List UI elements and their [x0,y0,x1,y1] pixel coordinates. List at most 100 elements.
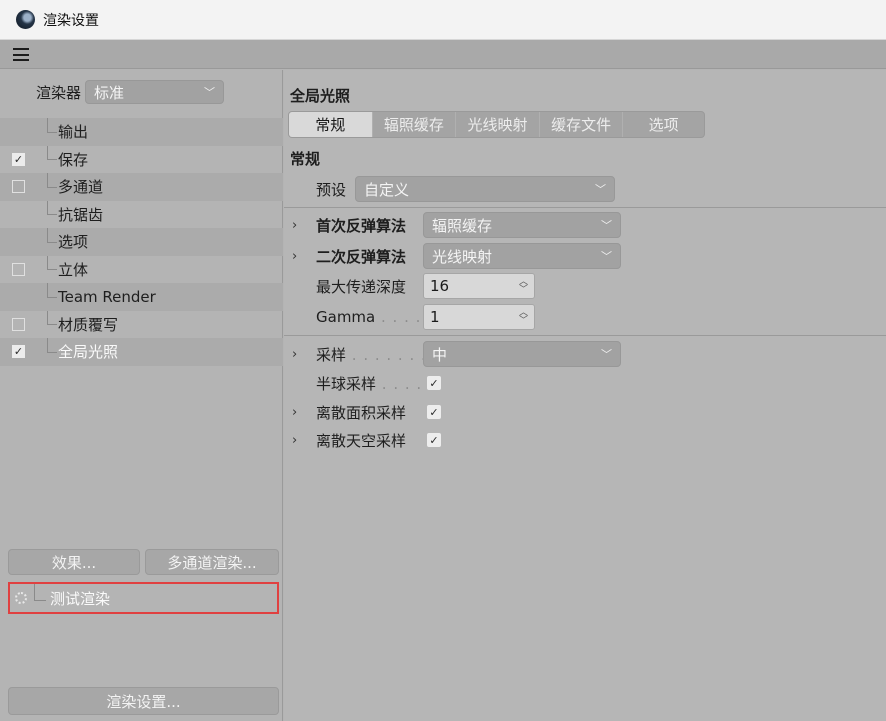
sky-sampling-row: › 离散天空采样 ✓ [284,426,886,454]
samples-value: 中 [432,345,448,364]
hemisphere-label-wrap: 半球采样 . . . . [316,374,423,393]
tree-item[interactable]: 输出 [0,118,283,146]
render-settings-button[interactable]: 渲染设置... [8,687,279,715]
primary-method-label: 首次反弹算法 [316,216,407,235]
tree-connector [40,200,57,229]
cinema4d-app-icon [16,10,35,29]
tab-light-mapping[interactable]: 光线映射 [456,112,540,137]
tree-connector [40,145,57,174]
tree-connector [40,310,57,339]
settings-tree: 输出 ✓ 保存多通道抗锯齿 选项 立体 Team Render 材质覆写 ✓ 全局光照 [0,118,283,366]
multipass-render-button[interactable]: 多通道渲染... [145,549,279,575]
expand-arrow-icon[interactable]: › [292,433,297,448]
area-sampling-checkbox[interactable]: ✓ [427,405,441,419]
tree-item[interactable]: ✓ 全局光照 [0,338,283,366]
tree-item-label: 输出 [58,123,89,142]
samples-dropdown[interactable]: 中 ﹀ [423,341,621,367]
renderer-value: 标准 [94,83,125,102]
tree-item[interactable]: 抗锯齿 [0,200,283,229]
tree-connector [34,584,46,601]
samples-label-wrap: 采样 . . . . . . . [316,345,427,364]
secondary-method-label: 二次反弹算法 [316,247,407,266]
tree-item[interactable]: Team Render [0,283,283,311]
tree-item[interactable]: 选项 [0,228,283,256]
render-preset-icon [15,592,27,604]
menu-bar [0,40,886,69]
tree-item-label: 多通道 [58,178,104,197]
primary-method-value: 辐照缓存 [432,216,493,235]
max-depth-field[interactable]: 16 ︿ ﹀ [423,273,535,299]
divider [284,207,886,208]
area-sampling-row: › 离散面积采样 ✓ [284,398,886,426]
gamma-row: Gamma . . . . 1 ︿ ﹀ [284,303,886,331]
renderer-selector-row: 渲染器 标准 ﹀ [36,80,225,104]
chevron-down-icon: ﹀ [601,348,612,361]
tab-cache-files[interactable]: 缓存文件 [540,112,624,137]
secondary-method-row: › 二次反弹算法 光线映射 ﹀ [284,242,886,270]
spinner-arrows-icon[interactable]: ︿ ﹀ [519,278,528,295]
expand-arrow-icon[interactable]: › [292,249,297,264]
tree-item-label: 保存 [58,150,89,169]
tree-item-checkbox[interactable] [12,180,25,194]
sky-sampling-checkbox[interactable]: ✓ [427,433,441,447]
renderer-dropdown[interactable]: 标准 ﹀ [85,80,225,104]
samples-label: 采样 [316,345,347,364]
tree-connector [40,173,57,201]
gamma-label: Gamma [316,308,376,326]
hemisphere-checkbox[interactable]: ✓ [427,376,441,390]
chevron-down-icon: ﹀ [601,250,612,263]
expand-arrow-icon[interactable]: › [292,218,297,233]
tab-general[interactable]: 常规 [289,112,373,137]
primary-method-dropdown[interactable]: 辐照缓存 ﹀ [423,212,621,238]
subsection-title: 常规 [290,150,321,168]
preset-label: 预设 [316,180,347,199]
tree-item-label: Team Render [58,287,156,306]
preset-row: 预设 自定义 ﹀ [284,175,886,203]
right-panel: 全局光照 常规 辐照缓存 光线映射 缓存文件 选项 常规 预设 自定义 ﹀ › … [284,70,886,721]
expand-arrow-icon[interactable]: › [292,347,297,362]
expand-arrow-icon[interactable]: › [292,405,297,420]
hemisphere-label: 半球采样 [316,374,377,393]
secondary-method-dropdown[interactable]: 光线映射 ﹀ [423,243,621,269]
tree-item[interactable]: ✓ 保存 [0,145,283,174]
chevron-down-icon: ﹀ [595,183,606,196]
renderer-label: 渲染器 [36,83,82,102]
tree-connector [40,283,57,311]
hamburger-menu-icon[interactable] [13,48,29,61]
tree-item[interactable]: 多通道 [0,173,283,201]
max-depth-value: 16 [430,277,450,295]
tree-item-checkbox[interactable]: ✓ [12,152,25,166]
chevron-down-icon: ﹀ [601,219,612,232]
primary-method-row: › 首次反弹算法 辐照缓存 ﹀ [284,211,886,239]
chevron-down-icon: ﹀ [204,86,216,99]
tree-item-label: 材质覆写 [58,315,119,334]
max-depth-row: 最大传递深度 16 ︿ ﹀ [284,272,886,300]
render-preset-item[interactable]: 测试渲染 [8,582,279,614]
preset-dropdown[interactable]: 自定义 ﹀ [355,176,615,202]
effects-button[interactable]: 效果... [8,549,140,575]
title-bar: 渲染设置 [0,0,886,40]
tree-item-checkbox[interactable] [12,262,25,276]
gamma-field[interactable]: 1 ︿ ﹀ [423,304,535,330]
render-preset-label: 测试渲染 [50,589,111,608]
left-panel: 渲染器 标准 ﹀ 输出 ✓ 保存多通道抗锯齿 选项 立体 Team Render 材质覆写 ✓… [0,70,283,721]
tree-item-checkbox[interactable] [12,317,25,331]
area-sampling-label: 离散面积采样 [316,403,407,422]
preset-value: 自定义 [364,180,410,199]
spinner-arrows-icon[interactable]: ︿ ﹀ [519,309,528,326]
secondary-method-value: 光线映射 [432,247,493,266]
tree-connector [40,255,57,284]
tab-irradiance-cache[interactable]: 辐照缓存 [373,112,457,137]
hemisphere-row: 半球采样 . . . . ✓ [284,369,886,397]
tree-connector [40,228,57,256]
tree-item[interactable]: 立体 [0,255,283,284]
tree-item-checkbox[interactable]: ✓ [12,345,25,359]
tree-connector [40,118,57,146]
tree-item-label: 全局光照 [58,343,119,362]
section-title: 全局光照 [290,87,351,105]
window-title: 渲染设置 [43,12,99,29]
tab-options[interactable]: 选项 [623,112,704,137]
tree-connector [40,338,57,366]
tree-item[interactable]: 材质覆写 [0,310,283,339]
divider [284,335,886,336]
